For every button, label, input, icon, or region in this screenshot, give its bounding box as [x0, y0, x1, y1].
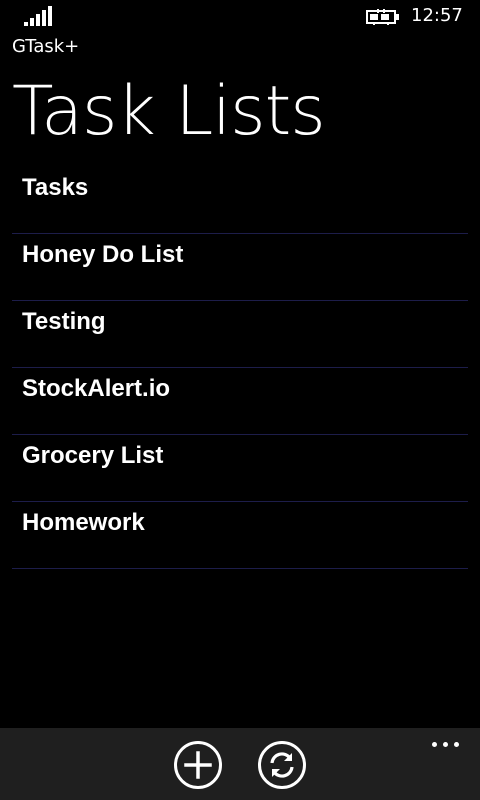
- list-item-label: Honey Do List: [22, 241, 184, 268]
- status-clock: 12:57: [411, 5, 463, 26]
- list-item-grocery-list[interactable]: Grocery List: [12, 436, 468, 502]
- sync-icon: [261, 744, 303, 786]
- add-icon: [177, 744, 219, 786]
- task-list: Tasks Honey Do List Testing StockAlert.i…: [12, 168, 468, 569]
- list-item-homework[interactable]: Homework: [12, 503, 468, 569]
- list-item-label: Grocery List: [22, 442, 164, 469]
- list-item-label: StockAlert.io: [22, 375, 171, 402]
- add-list-button[interactable]: [174, 741, 222, 789]
- battery-charging-icon: [366, 8, 402, 26]
- app-title: GTask+: [12, 36, 80, 57]
- list-item-testing[interactable]: Testing: [12, 302, 468, 368]
- list-item-stockalert[interactable]: StockAlert.io: [12, 369, 468, 435]
- sync-button[interactable]: [258, 741, 306, 789]
- application-bar: [0, 728, 480, 800]
- signal-strength-icon: [24, 6, 54, 26]
- list-item-label: Tasks: [22, 174, 89, 201]
- more-dot: [443, 742, 448, 747]
- list-item-honey-do-list[interactable]: Honey Do List: [12, 235, 468, 301]
- more-dots-icon[interactable]: [426, 736, 466, 756]
- list-item-label: Testing: [22, 308, 106, 335]
- list-item-label: Homework: [22, 509, 145, 536]
- page-title: Task Lists: [12, 72, 326, 151]
- list-item-tasks[interactable]: Tasks: [12, 168, 468, 234]
- status-bar: 12:57: [0, 0, 480, 34]
- more-dot: [454, 742, 459, 747]
- more-dot: [432, 742, 437, 747]
